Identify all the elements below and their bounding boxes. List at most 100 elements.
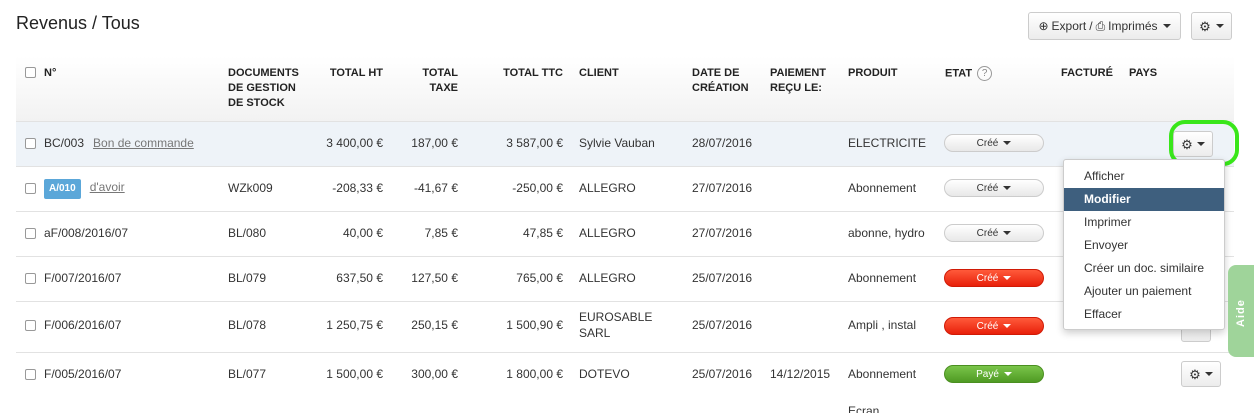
stock-document: BL/077 bbox=[228, 367, 267, 381]
print-icon: ⎙ bbox=[1095, 18, 1106, 33]
total-taxe: 250,15 € bbox=[411, 318, 458, 332]
total-ttc: 765,00 € bbox=[516, 271, 563, 285]
header-client[interactable]: CLIENT bbox=[579, 66, 619, 81]
page-settings-button[interactable]: ⚙ bbox=[1191, 12, 1232, 40]
header-documents[interactable]: DOCUMENTS DE GESTION DE STOCK bbox=[228, 66, 299, 111]
table-header: N° DOCUMENTS DE GESTION DE STOCK TOTAL H… bbox=[16, 56, 1234, 122]
header-date-creation[interactable]: DATE DE CRÉATION bbox=[692, 66, 749, 96]
payment-date: 14/12/2015 bbox=[770, 367, 831, 381]
row-number: F/007/2016/07 bbox=[44, 271, 122, 285]
select-all-checkbox[interactable] bbox=[25, 67, 36, 78]
status-dropdown[interactable]: Créé bbox=[944, 134, 1044, 152]
page-title: Revenus / Tous bbox=[16, 13, 140, 33]
total-ttc: 3 587,00 € bbox=[506, 136, 563, 150]
menu-item-creer-doc-similaire[interactable]: Créer un doc. similaire bbox=[1064, 257, 1224, 280]
status-dropdown[interactable]: Payé bbox=[944, 365, 1044, 383]
table-row[interactable]: F/007/2016/07 BL/079 637,50 € 127,50 € 7… bbox=[16, 256, 1234, 301]
row-number: F/005/2016/07 bbox=[44, 367, 122, 381]
chevron-down-icon bbox=[1204, 372, 1213, 376]
table-row[interactable]: aF/008/2016/07 BL/080 40,00 € 7,85 € 47,… bbox=[16, 211, 1234, 256]
menu-item-afficher[interactable]: Afficher bbox=[1064, 165, 1224, 188]
row-checkbox[interactable] bbox=[25, 138, 36, 149]
client-name: ALLEGRO bbox=[579, 271, 636, 285]
product: Abonnement bbox=[848, 271, 917, 285]
product: Abonnement bbox=[848, 181, 917, 195]
row-checkbox[interactable] bbox=[25, 228, 36, 239]
row-actions-menu: Afficher Modifier Imprimer Envoyer Créer… bbox=[1063, 159, 1225, 330]
row-checkbox[interactable] bbox=[25, 183, 36, 194]
header-etat[interactable]: ETAT ? bbox=[945, 66, 993, 81]
print-label: Imprimés bbox=[1108, 19, 1158, 33]
row-actions-button[interactable]: ⚙ bbox=[1181, 361, 1221, 387]
row-number: A/010 d'avoir bbox=[44, 179, 125, 199]
table-row[interactable]: BC/003 Bon de commande 3 400,00 € 187,00 … bbox=[16, 121, 1234, 166]
status-dropdown[interactable]: Créé bbox=[944, 317, 1044, 335]
row-checkbox[interactable] bbox=[25, 320, 36, 331]
product: abonne, hydro bbox=[848, 226, 925, 240]
stock-document: BL/080 bbox=[228, 226, 267, 240]
document-type-link[interactable]: Bon de commande bbox=[93, 136, 194, 150]
client-name: ALLEGRO bbox=[579, 181, 636, 195]
total-taxe: 300,00 € bbox=[411, 367, 458, 381]
total-taxe: 187,00 € bbox=[411, 136, 458, 150]
chevron-down-icon bbox=[1003, 372, 1012, 376]
menu-item-ajouter-paiement[interactable]: Ajouter un paiement bbox=[1064, 280, 1224, 303]
row-checkbox[interactable] bbox=[25, 273, 36, 284]
status-dropdown[interactable]: Créé bbox=[944, 224, 1044, 242]
gear-icon: ⚙ bbox=[1189, 366, 1201, 382]
stock-document: BL/078 bbox=[228, 318, 267, 332]
header-paiement[interactable]: PAIEMENT REÇU LE: bbox=[770, 66, 826, 96]
table-row[interactable]: F/006/2016/07 BL/078 1 250,75 € 250,15 €… bbox=[16, 301, 1234, 352]
total-ht: 637,50 € bbox=[336, 271, 383, 285]
header-total-ht[interactable]: TOTAL HT bbox=[316, 66, 383, 81]
help-side-tab[interactable]: Aide bbox=[1228, 265, 1254, 357]
total-ht: -208,33 € bbox=[332, 181, 383, 195]
stock-document: WZk009 bbox=[228, 181, 273, 195]
export-icon: ⊕ bbox=[1038, 19, 1049, 33]
header-total-taxe[interactable]: TOTAL TAXE bbox=[396, 66, 458, 96]
header-num[interactable]: N° bbox=[44, 66, 56, 81]
total-taxe: -41,67 € bbox=[413, 181, 458, 195]
client-name: DOTEVO bbox=[579, 367, 630, 381]
product: Ecran bbox=[848, 404, 880, 413]
header-produit[interactable]: PRODUIT bbox=[848, 66, 898, 81]
chevron-down-icon bbox=[1003, 231, 1012, 235]
header-total-ttc[interactable]: TOTAL TTC bbox=[481, 66, 563, 81]
chevron-down-icon bbox=[1003, 276, 1012, 280]
chevron-down-icon bbox=[1215, 24, 1224, 28]
product: Abonnement bbox=[848, 367, 917, 381]
table-row[interactable]: F/005/2016/07 BL/077 1 500,00 € 300,00 €… bbox=[16, 352, 1234, 397]
row-number: BC/003 Bon de commande bbox=[44, 136, 194, 150]
creation-date: 25/07/2016 bbox=[692, 367, 753, 381]
total-ttc: 47,85 € bbox=[522, 226, 563, 240]
credit-note-badge[interactable]: A/010 bbox=[44, 179, 81, 199]
creation-date: 28/07/2016 bbox=[692, 136, 753, 150]
status-dropdown[interactable]: Créé bbox=[944, 269, 1044, 287]
creation-date: 27/07/2016 bbox=[692, 226, 753, 240]
total-ht: 40,00 € bbox=[342, 226, 383, 240]
client-name: Sylvie Vauban bbox=[579, 136, 655, 150]
client-name: EUROSABLE SARL bbox=[579, 310, 653, 340]
status-dropdown[interactable]: Créé bbox=[944, 179, 1044, 197]
help-tab-label: Aide bbox=[1235, 299, 1247, 327]
document-type-link[interactable]: d'avoir bbox=[90, 180, 125, 194]
total-ht: 1 500,00 € bbox=[326, 367, 383, 381]
creation-date: 27/07/2016 bbox=[692, 181, 753, 195]
table-row[interactable]: A/010 d'avoir WZk009 -208,33 € -41,67 € -… bbox=[16, 166, 1234, 211]
menu-item-envoyer[interactable]: Envoyer bbox=[1064, 234, 1224, 257]
export-print-button[interactable]: ⊕ Export / ⎙ Imprimés bbox=[1028, 12, 1181, 40]
chevron-down-icon bbox=[1162, 24, 1171, 28]
row-checkbox[interactable] bbox=[25, 369, 36, 380]
row-number: aF/008/2016/07 bbox=[44, 226, 129, 240]
menu-item-imprimer[interactable]: Imprimer bbox=[1064, 211, 1224, 234]
total-ht: 3 400,00 € bbox=[326, 136, 383, 150]
gear-icon: ⚙ bbox=[1199, 18, 1211, 34]
header-facture[interactable]: FACTURÉ bbox=[1061, 66, 1113, 81]
header-pays[interactable]: PAYS bbox=[1129, 66, 1157, 81]
menu-item-effacer[interactable]: Effacer bbox=[1064, 303, 1224, 326]
total-ht: 1 250,75 € bbox=[326, 318, 383, 332]
toolbar-separator: / bbox=[1089, 19, 1093, 33]
help-icon[interactable]: ? bbox=[977, 66, 993, 81]
menu-item-modifier[interactable]: Modifier bbox=[1064, 188, 1224, 211]
stock-document: BL/079 bbox=[228, 271, 267, 285]
